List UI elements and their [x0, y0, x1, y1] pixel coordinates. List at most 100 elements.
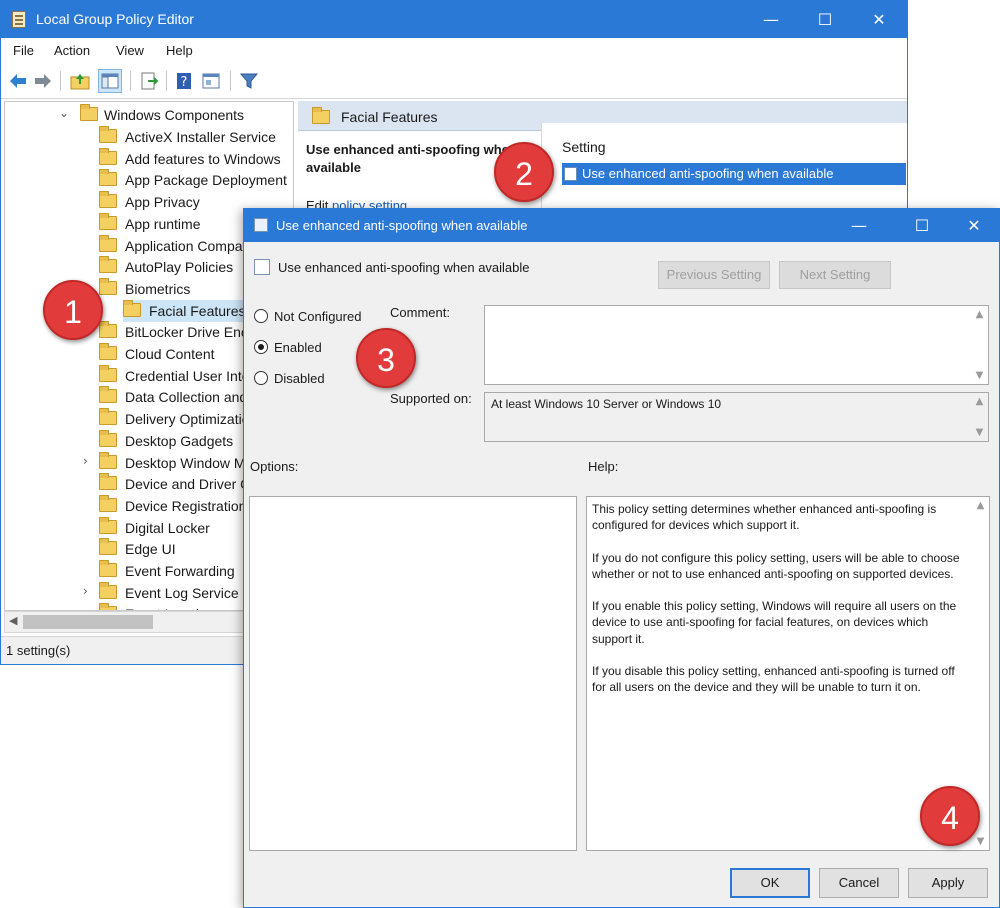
- tree-item-label: Event Log Service: [125, 584, 239, 601]
- folder-icon: [99, 169, 117, 187]
- close-button[interactable]: ✕: [857, 1, 901, 38]
- menu-file[interactable]: File: [13, 43, 34, 58]
- previous-setting-button[interactable]: Previous Setting: [658, 261, 770, 289]
- scroll-down-icon[interactable]: ▼: [972, 833, 989, 850]
- tree-item-activex-installer-service[interactable]: ActiveX Installer Service: [99, 126, 293, 148]
- toolbar-separator: [230, 71, 231, 91]
- help-icon[interactable]: ?: [173, 70, 195, 92]
- arrow-left-icon[interactable]: [7, 70, 29, 92]
- toolbar: ?: [1, 64, 907, 99]
- tree-item-label: Edge UI: [125, 541, 176, 558]
- toolbar-separator: [130, 71, 131, 91]
- options-panel: [249, 496, 577, 851]
- toolbar-separator: [60, 71, 61, 91]
- tree-item-label: Facial Features: [149, 302, 246, 319]
- scroll-down-icon[interactable]: ▼: [971, 367, 988, 384]
- chevron-down-icon[interactable]: ⌄: [59, 106, 69, 120]
- chevron-right-icon[interactable]: ›: [83, 584, 88, 598]
- radio-button[interactable]: [254, 371, 268, 385]
- options-label: Options:: [250, 459, 299, 474]
- tree-item-label: Digital Locker: [125, 519, 210, 536]
- setting-row[interactable]: Use enhanced anti-spoofing when availabl…: [562, 163, 906, 185]
- help-paragraph: This policy setting determines whether e…: [592, 502, 937, 533]
- tree-item-label: Add features to Windows: [125, 150, 281, 167]
- menu-action[interactable]: Action: [54, 43, 90, 58]
- policy-description-title: Use enhanced anti-spoofing when availabl…: [306, 142, 517, 175]
- folder-icon: [99, 581, 117, 599]
- folder-icon: [99, 126, 117, 143]
- scroll-up-icon[interactable]: ▲: [972, 497, 989, 514]
- comment-scrollbar[interactable]: ▲ ▼: [971, 306, 988, 384]
- folder-icon: [99, 256, 117, 274]
- maximize-button[interactable]: ☐: [803, 1, 847, 38]
- main-titlebar: Local Group Policy Editor — ☐ ✕: [1, 1, 907, 38]
- radio-button[interactable]: [254, 309, 268, 323]
- folder-icon: [99, 560, 117, 577]
- setting-row-label: Use enhanced anti-spoofing when availabl…: [582, 166, 834, 181]
- supported-on-label: Supported on:: [390, 391, 472, 406]
- dialog-titlebar: Use enhanced anti-spoofing when availabl…: [244, 209, 999, 242]
- disabled-radio[interactable]: Disabled: [254, 369, 374, 389]
- radio-label: Not Configured: [274, 309, 362, 324]
- help-text: This policy setting determines whether e…: [592, 501, 970, 712]
- help-scrollbar[interactable]: ▲ ▼: [972, 497, 989, 850]
- radio-button-selected[interactable]: [254, 340, 268, 354]
- console-tree-icon[interactable]: [98, 69, 122, 93]
- folder-icon: [99, 473, 117, 491]
- scroll-up-icon[interactable]: ▲: [971, 306, 988, 323]
- tree-item-add-features-to-windows[interactable]: Add features to Windows: [99, 147, 293, 170]
- help-paragraph: If you disable this policy setting, enha…: [592, 664, 955, 695]
- folder-icon: [99, 343, 117, 360]
- dialog-close-button[interactable]: ✕: [952, 209, 996, 242]
- tree-item-label: Delivery Optimization: [125, 411, 258, 428]
- folder-icon: [99, 494, 117, 512]
- folder-icon: [99, 364, 117, 382]
- folder-icon: [99, 321, 117, 339]
- scroll-left-icon[interactable]: ◀: [9, 614, 17, 627]
- scroll-thumb[interactable]: [23, 615, 153, 629]
- cancel-button[interactable]: Cancel: [819, 868, 899, 898]
- tree-item-label: Desktop Gadgets: [125, 432, 234, 449]
- callout-badge-2: 2: [494, 142, 554, 202]
- tree-item-app-package-deployment[interactable]: App Package Deployment: [99, 169, 293, 191]
- folder-icon: [99, 408, 117, 426]
- setting-column-header[interactable]: Setting: [562, 139, 606, 155]
- tree-item-label: Cloud Content: [125, 346, 215, 362]
- folder-icon: [99, 234, 117, 252]
- scroll-down-icon[interactable]: ▼: [971, 424, 988, 441]
- tree-item-label: ActiveX Installer Service: [125, 129, 276, 145]
- export-list-icon[interactable]: [138, 70, 160, 92]
- apply-button[interactable]: Apply: [908, 868, 988, 898]
- scroll-up-icon[interactable]: ▲: [971, 393, 988, 410]
- tree-item-windows-components[interactable]: ⌄ Windows Components: [59, 104, 292, 126]
- chevron-right-icon[interactable]: ›: [83, 454, 88, 468]
- dialog-title: Use enhanced anti-spoofing when availabl…: [276, 218, 528, 233]
- policy-setting-icon: [564, 167, 577, 181]
- properties-icon[interactable]: [200, 70, 222, 92]
- supported-on-field: At least Windows 10 Server or Windows 10…: [484, 392, 989, 442]
- dialog-header-title: Use enhanced anti-spoofing when availabl…: [278, 260, 530, 275]
- menu-help[interactable]: Help: [166, 43, 193, 58]
- policy-setting-icon: [254, 218, 268, 232]
- tree-item-label: AutoPlay Policies: [125, 259, 234, 276]
- tree-item-label: App Privacy: [125, 194, 200, 211]
- tree-item-label: Event Forwarding: [125, 563, 235, 579]
- main-window-title: Local Group Policy Editor: [36, 11, 194, 27]
- group-policy-app-icon: [12, 11, 26, 28]
- arrow-right-icon[interactable]: [32, 70, 54, 92]
- dialog-minimize-button[interactable]: —: [837, 209, 881, 242]
- ok-button[interactable]: OK: [730, 868, 810, 898]
- folder-up-icon[interactable]: [69, 70, 91, 92]
- minimize-button[interactable]: —: [749, 1, 793, 38]
- radio-label: Disabled: [274, 371, 325, 386]
- not-configured-radio[interactable]: Not Configured: [254, 307, 374, 327]
- menu-view[interactable]: View: [116, 43, 144, 58]
- supported-scrollbar[interactable]: ▲ ▼: [971, 393, 988, 441]
- comment-field[interactable]: ▲ ▼: [484, 305, 989, 385]
- filter-icon[interactable]: [238, 70, 260, 92]
- folder-icon: [99, 516, 117, 534]
- next-setting-button[interactable]: Next Setting: [779, 261, 891, 289]
- dialog-maximize-button[interactable]: ☐: [900, 209, 944, 242]
- tree-item-label: Device Registration: [125, 497, 247, 514]
- pane-header-title: Facial Features: [341, 109, 438, 125]
